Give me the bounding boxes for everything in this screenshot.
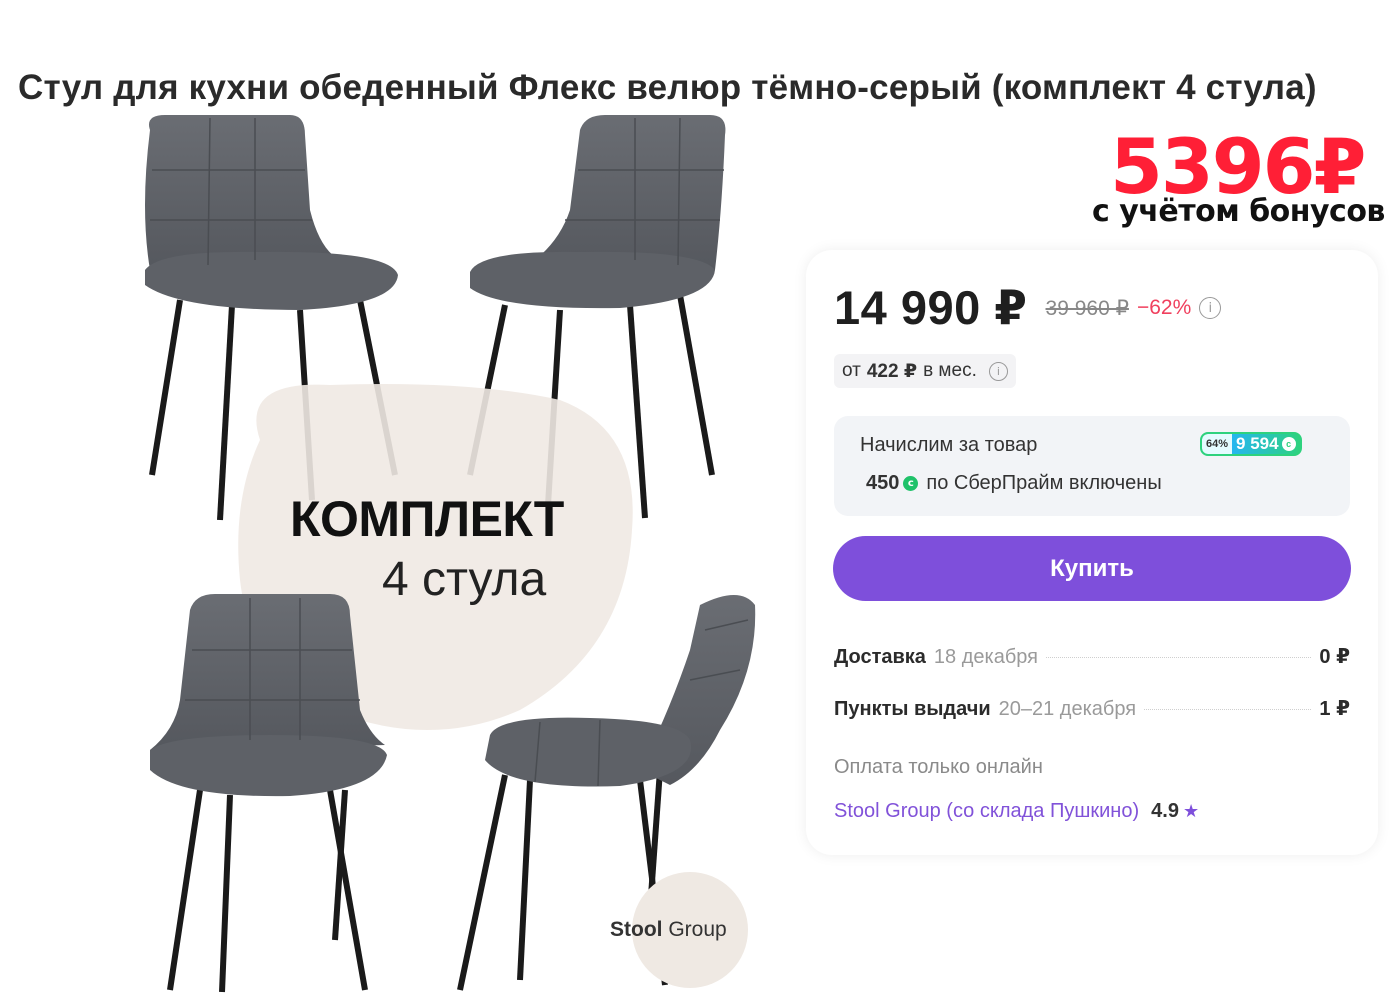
seller-link[interactable]: Stool Group (со склада Пушкино) — [834, 800, 1139, 823]
seller-rating: 4.9 — [1151, 800, 1179, 822]
bonus-title: Начислим за товар — [860, 434, 1038, 456]
delivery-cost: 0 ₽ — [1319, 646, 1350, 668]
product-image[interactable]: КОМПЛЕКТ 4 стула Stool Group — [0, 110, 800, 996]
payment-note: Оплата только онлайн — [834, 756, 1043, 778]
sberprime-amount: 450 — [866, 472, 900, 494]
old-price: 39 960 ₽ — [1045, 296, 1129, 320]
chair-bottom-left — [150, 594, 387, 993]
delivery-row-pickup[interactable]: Пункты выдачи 20–21 декабря 1 ₽ — [834, 696, 1350, 721]
bonus-value: 9 594 — [1236, 434, 1279, 453]
installment-suffix: в мес. — [923, 360, 977, 381]
leader-dots — [1144, 709, 1312, 710]
bonus-value-wrap: 9 594 c — [1232, 434, 1300, 454]
bonus-badge[interactable]: 64% 9 594 c — [1200, 432, 1302, 456]
bonus-percent: 64% — [1202, 434, 1233, 454]
promo-caption: с учётом бонусов — [1092, 194, 1385, 229]
current-price: 14 990 ₽ — [834, 281, 1028, 334]
buy-button[interactable]: Купить — [833, 536, 1351, 601]
delivery-date: 20–21 декабря — [998, 698, 1137, 720]
kit-title: КОМПЛЕКТ — [290, 491, 564, 547]
buy-card: 14 990 ₽ 39 960 ₽ −62% i от 422 ₽ в мес.… — [806, 250, 1378, 855]
bonus-box: Начислим за товар 64% 9 594 c 450 c по С… — [834, 416, 1350, 516]
product-title: Стул для кухни обеденный Флекс велюр тём… — [18, 68, 1317, 107]
price-row: 14 990 ₽ 39 960 ₽ −62% i — [834, 280, 1222, 336]
delivery-cost: 1 ₽ — [1319, 698, 1350, 720]
delivery-label: Доставка — [834, 646, 926, 668]
brand-logo-bold: Stool — [610, 918, 663, 941]
star-icon: ★ — [1182, 801, 1200, 822]
discount-badge: −62% — [1136, 296, 1192, 319]
kit-subtitle: 4 стула — [382, 553, 547, 606]
installment-prefix: от — [842, 360, 861, 381]
sberprime-text: по СберПрайм включены — [926, 472, 1162, 494]
brand-logo-light: Group — [668, 918, 727, 941]
delivery-date: 18 декабря — [933, 646, 1039, 668]
installment-chip[interactable]: от 422 ₽ в мес. i — [834, 354, 1016, 388]
info-icon[interactable]: i — [1199, 297, 1222, 319]
installment-amount: 422 ₽ — [866, 360, 918, 382]
info-icon[interactable]: i — [988, 361, 1008, 381]
brand-logo: Stool Group — [610, 918, 727, 942]
leader-dots — [1046, 657, 1312, 658]
delivery-row-courier[interactable]: Доставка 18 декабря 0 ₽ — [834, 644, 1350, 669]
bonus-coin-icon: c — [1281, 437, 1296, 451]
sberprime-line: 450 c по СберПрайм включены — [866, 472, 1162, 495]
bonus-coin-icon: c — [903, 476, 919, 491]
delivery-label: Пункты выдачи — [834, 698, 991, 720]
seller-row: Stool Group (со склада Пушкино) 4.9 ★ — [834, 800, 1199, 823]
